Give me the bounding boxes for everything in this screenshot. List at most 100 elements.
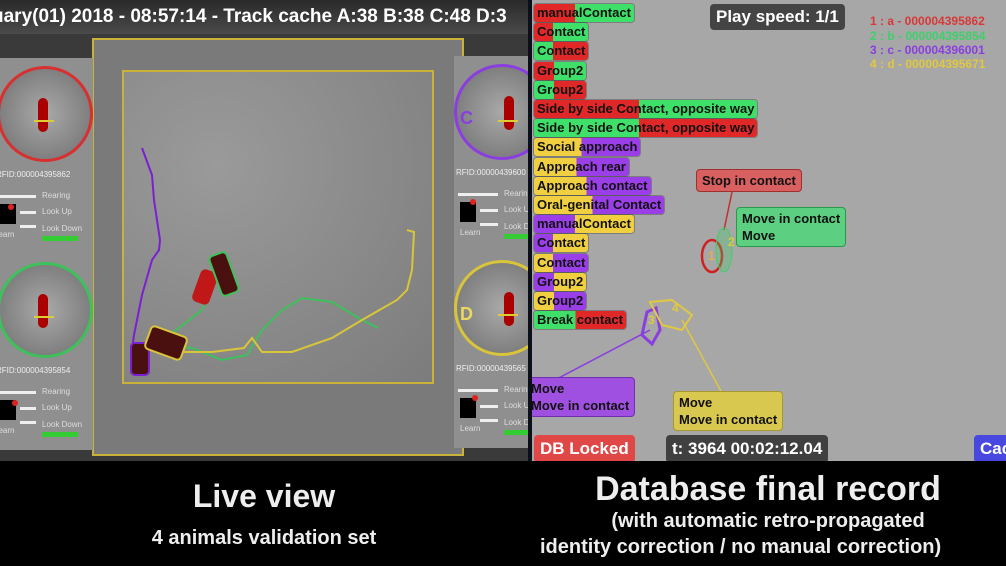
event-tag: Contact	[534, 42, 589, 61]
animal-1-number: 1	[708, 249, 715, 263]
animal-3-contour	[640, 305, 662, 347]
event-tag: Contact	[534, 253, 589, 272]
animal-3-event-bubble: Move Move in contact	[532, 377, 636, 417]
look-up-bar	[480, 209, 498, 212]
rearing-label: Rearing	[42, 387, 71, 396]
time-readout: t: 3964 00:02:12.04	[666, 435, 829, 461]
event-tag: Contact	[534, 23, 589, 42]
learn-block	[460, 398, 476, 418]
rearing-bar	[458, 193, 498, 196]
look-down-bar	[480, 223, 498, 226]
database-caption-line2: identity correction / no manual correcti…	[540, 536, 942, 558]
play-speed-indicator: Play speed: 1/1	[710, 4, 845, 30]
mouse-c-icon	[504, 96, 514, 130]
event-tag: Group2	[534, 80, 587, 99]
look-down-indicator	[504, 430, 528, 435]
animal-a-rfid: RFID:000004395862	[0, 170, 71, 179]
live-view-caption-subtitle: 4 animals validation set	[151, 527, 377, 549]
legend-entry: 3 : c - 000004396001	[870, 43, 985, 57]
animal-c-rfid: RFID:00000439600	[456, 168, 526, 177]
legend-entry: 1 : a - 000004395862	[870, 14, 985, 28]
database-panel: Play speed: 1/1 1 : a - 000004395862 2 :…	[532, 0, 1006, 461]
trajectory-green	[159, 259, 379, 362]
animal-d-letter: D	[460, 304, 473, 324]
look-up-label: Look Up	[42, 207, 72, 216]
learn-label: Learn	[460, 424, 481, 433]
mouse-c-crosshair	[498, 120, 518, 122]
animal-card-a: RFID:000004395862 Rearing Look Up Look D…	[0, 58, 93, 254]
arena-floor	[122, 70, 434, 384]
look-down-indicator	[42, 236, 78, 241]
event-tag: Oral-genital Contact	[534, 196, 665, 214]
look-down-label: Look Down	[504, 418, 528, 427]
animal-4-number: 4	[672, 301, 679, 315]
database-caption-title: Database final record	[595, 470, 941, 508]
look-up-bar	[20, 211, 36, 214]
event-tag: Group2	[534, 292, 587, 310]
animal-card-c: C RFID:00000439600 Rearing Look Up Look …	[454, 56, 528, 252]
mouse-b-crosshair	[34, 316, 54, 318]
look-down-label: Look Down	[42, 224, 83, 233]
look-up-label: Look Up	[504, 401, 528, 410]
mouse-b-icon	[38, 294, 48, 328]
mouse-d-icon	[504, 292, 514, 326]
rearing-label: Rearing	[42, 191, 71, 200]
look-up-bar	[480, 405, 498, 408]
learn-dot	[470, 199, 476, 205]
look-down-bar	[480, 419, 498, 422]
event-tag: Break contact	[534, 311, 626, 330]
learn-dot	[8, 204, 14, 210]
animal-card-b: RFID:000004395854 Rearing Look Up Look D…	[0, 254, 93, 450]
event-tag: Side by side Contact, opposite way	[534, 100, 758, 118]
event-tag: Group2	[534, 272, 587, 291]
rearing-bar	[458, 389, 498, 392]
mouse-d-crosshair	[498, 314, 518, 316]
event-tag: manualContact	[534, 215, 634, 234]
rearing-bar	[0, 391, 36, 394]
animal-d-rfid: RFID:00000439565	[456, 364, 526, 373]
animal-b-rfid: RFID:000004395854	[0, 366, 71, 375]
live-view-caption-title: Live view	[192, 478, 336, 514]
look-down-label: Look Down	[42, 420, 83, 429]
mouse-a-icon	[38, 98, 48, 132]
animal-2-number: 2	[728, 235, 735, 249]
event-tag: Side by side Contact, opposite way	[534, 119, 758, 138]
link-stop-contact	[723, 191, 733, 231]
learn-dot	[12, 400, 18, 406]
event-tag: Approach rear	[534, 157, 629, 176]
cache-badge[interactable]: Cac	[974, 435, 1006, 461]
look-down-bar	[20, 225, 36, 228]
rearing-bar	[0, 195, 36, 198]
db-locked-badge: DB Locked	[534, 435, 635, 461]
look-down-indicator	[42, 432, 78, 437]
event-tag: Social approach	[534, 138, 641, 157]
animal-2-event-bubble: Move in contact Move	[736, 207, 847, 247]
event-tag: Approach contact	[534, 176, 651, 195]
look-up-label: Look Up	[504, 205, 528, 214]
event-tag: manualContact	[534, 4, 634, 22]
event-tag: Group2	[534, 61, 587, 80]
look-up-bar	[20, 407, 36, 410]
rearing-label: Rearing	[504, 385, 528, 394]
database-caption-line1: (with automatic retro-propagated	[611, 510, 925, 532]
look-down-label: Look Down	[504, 222, 528, 231]
rearing-label: Rearing	[504, 189, 528, 198]
learn-label: Learn	[0, 426, 15, 435]
animal-card-d: D RFID:00000439565 Rearing Look Up Look …	[454, 252, 528, 448]
stop-in-contact-bubble: Stop in contact	[696, 169, 802, 192]
live-view-header: uary(01) 2018 - 08:57:14 - Track cache A…	[0, 0, 528, 34]
learn-dot	[472, 395, 478, 401]
animal-4-contour	[648, 298, 694, 332]
animal-4-event-bubble: Move Move in contact	[673, 391, 784, 431]
look-down-indicator	[504, 234, 528, 239]
link-yellow	[681, 319, 723, 394]
mouse-a-crosshair	[34, 120, 54, 122]
live-view-panel: RFID:000004395862 Rearing Look Up Look D…	[0, 0, 528, 461]
learn-label: Learn	[460, 228, 481, 237]
animal-c-letter: C	[460, 108, 473, 128]
learn-block	[460, 202, 476, 222]
animal-2-contour	[715, 227, 733, 273]
legend-entry: 2 : b - 000004395854	[870, 29, 986, 43]
event-tag: Contact	[534, 234, 589, 253]
legend-entry: 4 : d - 000004395671	[870, 57, 986, 71]
